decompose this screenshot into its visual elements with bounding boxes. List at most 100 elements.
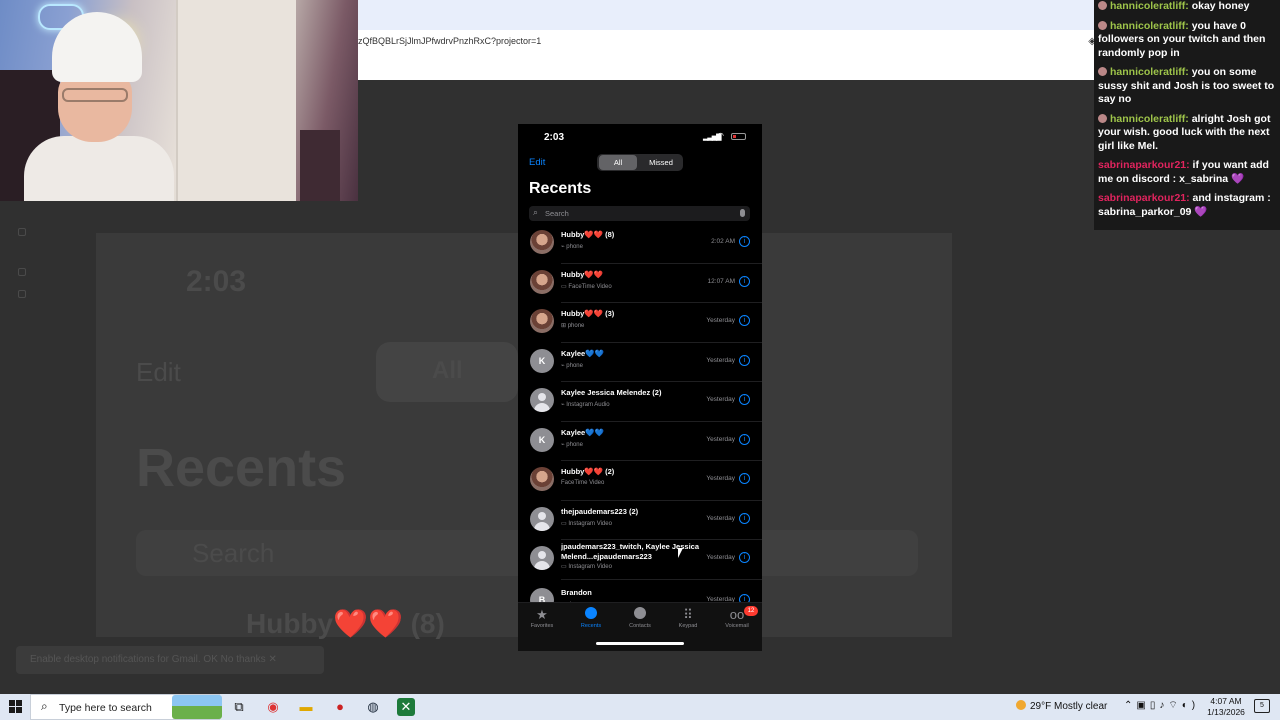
clock-date: 1/13/2026: [1207, 707, 1245, 717]
weather-widget[interactable]: 29°F Mostly clear: [1016, 700, 1107, 712]
info-icon[interactable]: i: [739, 236, 750, 247]
call-type-label: FaceTime Video: [568, 283, 612, 290]
avatar: [530, 506, 554, 531]
info-icon[interactable]: i: [739, 512, 750, 524]
keypad-icon: ⠿: [683, 607, 693, 622]
microphone-icon[interactable]: [740, 209, 745, 217]
tab-label: Keypad: [678, 623, 698, 629]
call-time: Yesterday: [706, 356, 735, 364]
webcam-face: [58, 72, 132, 142]
phone-screen: 2:03 ▂▃▅▇ ◠ Edit All Missed Recents ⌕ Se…: [518, 124, 762, 651]
info-icon[interactable]: i: [739, 315, 750, 326]
call-row[interactable]: B Brandon ⌁ phone Yesterday i: [518, 582, 762, 604]
caller-name: Kaylee💙💙: [561, 427, 604, 437]
mouse-cursor-icon: [678, 548, 683, 558]
chat-message: hannicoleratliff: you have 0 followers o…: [1098, 20, 1276, 61]
call-row[interactable]: K Kaylee💙💙 ⌁ phone Yesterday i: [518, 343, 762, 382]
tab-recents[interactable]: Recents: [567, 607, 615, 629]
info-icon[interactable]: i: [739, 473, 750, 484]
call-type-label: Instagram Video: [568, 520, 612, 527]
call-row[interactable]: thejpaudemars223 (2) ▭ Instagram Video Y…: [518, 501, 762, 540]
call-type: ⊞ phone: [561, 323, 585, 329]
system-tray-icons[interactable]: ⌃▣▯♪⌔◐): [1124, 699, 1199, 712]
call-type: ⌁ phone: [561, 441, 583, 448]
call-row[interactable]: Hubby❤️❤️ (3) ⊞ phone Yesterday i: [518, 303, 762, 343]
info-icon[interactable]: i: [739, 394, 750, 405]
taskbar-clock[interactable]: 4:07 AM 1/13/2026: [1200, 696, 1252, 718]
chat-message: hannicoleratliff: you on some sussy shit…: [1098, 66, 1276, 107]
call-row[interactable]: jpaudemars223_twitch, Kaylee Jessica Mel…: [518, 540, 762, 580]
info-icon[interactable]: i: [739, 552, 750, 563]
call-row[interactable]: Hubby❤️❤️ (8) ⌁ phone 2:02 AM i: [518, 224, 762, 264]
filter-segmented-control: All Missed: [597, 154, 683, 171]
file-explorer-icon[interactable]: ▬: [297, 698, 315, 716]
call-type-label: phone: [567, 323, 585, 329]
chat-username: hannicoleratliff:: [1110, 19, 1189, 32]
call-row[interactable]: Hubby❤️❤️ (2) FaceTime Video Yesterday i: [518, 461, 762, 501]
sidebar-icon: [18, 290, 26, 298]
chat-badge-icon: [1098, 113, 1107, 123]
chrome-icon[interactable]: ◉: [264, 698, 282, 716]
call-type-label: phone: [566, 441, 583, 448]
chat-username: hannicoleratliff:: [1110, 112, 1189, 125]
taskbar: ⌕ Type here to search ⧉ ◉ ▬ ● ◍ ✕ 29°F M…: [0, 694, 1280, 720]
avatar: [530, 546, 554, 570]
search-input[interactable]: ⌕ Search: [529, 206, 750, 221]
call-type: ▭ Instagram Video: [561, 520, 612, 527]
bg-search-text: Search: [192, 538, 275, 568]
bg-title: Recents: [136, 438, 347, 498]
chat-username: hannicoleratliff:: [1110, 0, 1189, 12]
home-indicator[interactable]: [596, 642, 684, 645]
bg-all: All: [432, 357, 463, 384]
edit-button[interactable]: Edit: [529, 157, 545, 168]
tab-strip: [358, 0, 1094, 30]
call-row[interactable]: Kaylee Jessica Melendez (2) ⌁ Instagram …: [518, 382, 762, 422]
caller-name: Hubby❤️❤️ (8): [561, 230, 615, 239]
call-time: 12:07 AM: [707, 277, 735, 285]
weather-icon: [1016, 700, 1026, 710]
xbox-icon[interactable]: ✕: [397, 698, 415, 716]
chat-message: sabrinaparkour21: if you want add me on …: [1098, 159, 1276, 186]
tab-keypad[interactable]: ⠿ Keypad: [664, 607, 712, 629]
recents-list: Hubby❤️❤️ (8) ⌁ phone 2:02 AM i Hubby❤️❤…: [518, 224, 762, 604]
chat-username: hannicoleratliff:: [1110, 66, 1189, 78]
segment-all[interactable]: All: [599, 155, 637, 170]
taskbar-search-placeholder: Type here to search: [59, 702, 152, 714]
windows-start-icon[interactable]: [9, 700, 22, 713]
status-time: 2:03: [544, 132, 565, 143]
notification-toast[interactable]: Enable desktop notifications for Gmail. …: [16, 646, 324, 674]
info-icon[interactable]: i: [739, 433, 750, 445]
webcam-plant: [300, 130, 340, 201]
call-type-label: Instagram Audio: [566, 402, 610, 408]
steam-icon[interactable]: ◍: [364, 698, 382, 716]
app-icon[interactable]: ●: [331, 698, 349, 716]
call-row[interactable]: Hubby❤️❤️ ▭ FaceTime Video 12:07 AM i: [518, 264, 762, 303]
notification-center-icon[interactable]: 5: [1254, 699, 1270, 713]
task-view-icon[interactable]: ⧉: [230, 698, 248, 716]
webcam-glasses: [62, 88, 128, 102]
info-icon[interactable]: i: [739, 354, 750, 366]
tab-favorites[interactable]: ★ Favorites: [518, 607, 566, 629]
info-icon[interactable]: i: [739, 275, 750, 287]
chat-username: sabrinaparkour21:: [1098, 192, 1190, 204]
bg-time: 2:03: [186, 265, 247, 298]
heart-emote-icon: 💜: [1231, 172, 1245, 185]
star-icon: ★: [536, 607, 548, 622]
call-row[interactable]: K Kaylee💙💙 ⌁ phone Yesterday i: [518, 422, 762, 461]
search-placeholder: Search: [545, 209, 569, 218]
caller-name: jpaudemars223_twitch, Kaylee Jessica Mel…: [561, 542, 699, 561]
segment-missed[interactable]: Missed: [641, 155, 681, 170]
call-time: 2:02 AM: [711, 238, 735, 245]
chat-text: okay honey: [1191, 0, 1250, 12]
avatar: [530, 230, 554, 254]
tab-contacts[interactable]: Contacts: [616, 607, 664, 629]
caller-name: Brandon: [561, 588, 592, 597]
avatar: K: [530, 348, 554, 373]
call-time: Yesterday: [706, 554, 735, 561]
call-type-label: phone: [566, 244, 583, 250]
heart-emote-icon: 💜: [1194, 205, 1208, 218]
battery-icon: [731, 133, 746, 140]
sidebar-icon: [18, 228, 26, 236]
url-text[interactable]: zQfBQBLrSjJlmJPfwdrvPnzhRxC?projector=1: [358, 36, 541, 46]
chat-message: hannicoleratliff: okay honey: [1098, 0, 1276, 14]
